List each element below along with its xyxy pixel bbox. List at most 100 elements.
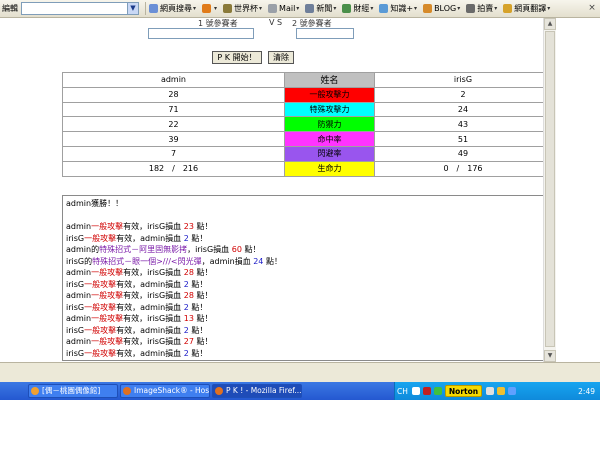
log-segment: 有效，admin損血 bbox=[116, 279, 184, 289]
toolbar-item[interactable]: 財經 ▾ bbox=[342, 3, 373, 14]
taskbar-button-label: ImageShack® - Hostin... bbox=[134, 386, 210, 395]
toolbar-item[interactable]: 網頁翻譯 ▾ bbox=[503, 3, 550, 14]
log-segment: 有效，irisG損血 bbox=[123, 291, 184, 300]
toolbar-item[interactable]: 知識+ ▾ bbox=[379, 3, 417, 14]
toolbar-item[interactable]: ▾ bbox=[202, 4, 217, 13]
chevron-down-icon[interactable]: ▾ bbox=[370, 5, 373, 12]
page-content: 1 號參賽者 V S 2 號參賽者 P K 開始！ 清除 admin 姓名 ir… bbox=[0, 18, 556, 362]
log-segment: 有效，admin損血 bbox=[116, 233, 184, 243]
right-stat-value: 49 bbox=[373, 145, 553, 162]
left-stat-value: 7 bbox=[62, 145, 285, 162]
blog-icon bbox=[423, 4, 433, 13]
log-line: admin一般攻擊有效，irisG損血 13 點！ bbox=[66, 313, 548, 325]
log-segment: 有效，admin損血 bbox=[116, 348, 184, 358]
battle-log: admin獲勝！！ admin一般攻擊有效，irisG損血 23 點！ irisG… bbox=[62, 195, 552, 361]
messenger-icon[interactable] bbox=[508, 387, 517, 395]
log-segment: 一般攻擊 bbox=[84, 325, 117, 335]
log-segment: 點！ bbox=[263, 256, 282, 266]
taskbar-button-label: P K ! - Mozilla Firef... bbox=[226, 386, 302, 395]
soccer-icon bbox=[223, 4, 233, 13]
system-tray: CH Norton 2:49 bbox=[394, 382, 600, 400]
table-row: 71 特殊攻擊力 24 bbox=[62, 101, 553, 118]
log-segment: admin bbox=[66, 314, 92, 323]
log-segment: 28 bbox=[183, 291, 194, 300]
right-stat-value: 51 bbox=[373, 131, 553, 147]
log-line: irisG一般攻擊有效，admin損血 2 點！ bbox=[66, 325, 548, 337]
chevron-down-icon[interactable]: ▾ bbox=[494, 5, 497, 12]
log-segment: 13 bbox=[183, 314, 194, 323]
clear-button[interactable]: 清除 bbox=[268, 51, 294, 64]
chevron-down-icon[interactable]: ▾ bbox=[457, 5, 460, 12]
toolbar-divider bbox=[145, 2, 146, 15]
search-icon bbox=[149, 4, 158, 13]
toolbar-item-label: 拍賣 bbox=[477, 4, 494, 13]
toolbar-item[interactable]: BLOG ▾ bbox=[423, 4, 460, 13]
log-segment: 一般攻擊 bbox=[84, 279, 117, 289]
chevron-down-icon[interactable]: ▾ bbox=[333, 5, 336, 12]
log-segment: 點！ bbox=[193, 291, 213, 300]
volume-icon[interactable] bbox=[486, 387, 495, 395]
chevron-down-icon[interactable]: ▾ bbox=[296, 5, 299, 12]
log-segment: irisG bbox=[66, 302, 85, 312]
translate-icon bbox=[503, 4, 513, 13]
keyboard-icon[interactable] bbox=[411, 387, 420, 395]
toolbar-item[interactable]: 世界杯 ▾ bbox=[223, 3, 262, 14]
chevron-down-icon[interactable]: ▾ bbox=[193, 5, 196, 12]
log-line: irisG一般攻擊有效，admin損血 2 點！ bbox=[66, 279, 548, 291]
log-segment: 一般攻擊 bbox=[91, 337, 124, 346]
left-stat-value: 22 bbox=[62, 116, 285, 133]
log-segment: ，irisG損血 bbox=[187, 245, 232, 254]
scrollbar-thumb[interactable] bbox=[545, 31, 555, 347]
log-segment: 點！ bbox=[193, 222, 213, 231]
left-stat-value: 182 / 216 bbox=[62, 160, 285, 177]
stat-label: 閃避率 bbox=[283, 145, 375, 162]
security-icon[interactable] bbox=[497, 387, 506, 395]
edit-menu[interactable]: 編輯 bbox=[2, 3, 18, 14]
toolbar-item[interactable]: 新聞 ▾ bbox=[305, 3, 336, 14]
finance-icon bbox=[342, 4, 352, 13]
chevron-down-icon[interactable]: ▾ bbox=[547, 5, 550, 12]
taskbar-button[interactable]: [偶－桃園偶像館] bbox=[28, 384, 118, 398]
network-icon[interactable] bbox=[433, 387, 442, 395]
scroll-up-arrow-icon[interactable]: ▲ bbox=[544, 18, 556, 30]
log-segment: 點！ bbox=[241, 245, 261, 254]
log-segment: 一般攻擊 bbox=[91, 222, 124, 231]
stat-label: 命中率 bbox=[283, 131, 375, 147]
close-icon[interactable]: × bbox=[586, 2, 598, 14]
log-line: irisG的特殊招式－眼一個>///<閃光彈，admin損血 24 點！ bbox=[66, 256, 548, 268]
log-segment: 60 bbox=[231, 245, 242, 254]
news-icon bbox=[305, 4, 315, 13]
player2-input[interactable] bbox=[296, 28, 354, 39]
chevron-down-icon[interactable]: ▾ bbox=[414, 5, 417, 12]
toolbar-item[interactable]: 網頁搜尋 ▾ bbox=[149, 3, 196, 14]
vs-label: V S bbox=[269, 18, 283, 27]
knowledge-icon bbox=[379, 4, 389, 13]
toolbar-item[interactable]: Mail ▾ bbox=[268, 4, 299, 13]
log-segment: irisG bbox=[66, 348, 85, 358]
right-player-name: irisG bbox=[373, 72, 553, 88]
browser-toolbar: 編輯 ▼ 網頁搜尋 ▾ ▾ 世界杯 ▾ Mail ▾ 新聞 ▾ 財經 ▾ 知識+ ▾ BLOG ▾ 拍賣 ▾ 網頁… bbox=[0, 0, 600, 18]
scroll-down-arrow-icon[interactable]: ▼ bbox=[544, 350, 556, 362]
norton-badge[interactable]: Norton bbox=[444, 385, 483, 397]
log-segment: admin的 bbox=[66, 245, 100, 254]
log-segment: 27 bbox=[183, 337, 194, 346]
log-segment: 特殊招式－眼一個>///<閃光彈 bbox=[92, 256, 202, 266]
chevron-down-icon[interactable]: ▾ bbox=[214, 5, 217, 12]
stat-label: 特殊攻擊力 bbox=[283, 101, 375, 118]
toolbar-item-label: 網頁翻譯 bbox=[514, 4, 547, 13]
language-indicator[interactable]: CH bbox=[397, 387, 408, 396]
chevron-down-icon[interactable]: ▾ bbox=[259, 5, 262, 12]
table-row: admin 姓名 irisG bbox=[62, 72, 553, 88]
search-combo-box[interactable]: ▼ bbox=[21, 2, 139, 15]
player1-input[interactable] bbox=[148, 28, 254, 39]
chevron-down-icon[interactable]: ▼ bbox=[127, 3, 138, 14]
pk-start-button[interactable]: P K 開始！ bbox=[212, 51, 262, 64]
log-segment: 一般攻擊 bbox=[84, 233, 117, 243]
stat-label: 生命力 bbox=[283, 160, 375, 177]
taskbar-button[interactable]: ImageShack® - Hostin... bbox=[120, 384, 210, 398]
tray-app-icon[interactable] bbox=[422, 387, 431, 395]
toolbar-item[interactable]: 拍賣 ▾ bbox=[466, 3, 497, 14]
vertical-scrollbar[interactable]: ▲ ▼ bbox=[543, 18, 556, 362]
log-segment: admin bbox=[66, 222, 92, 231]
taskbar-button[interactable]: P K ! - Mozilla Firef... bbox=[212, 384, 302, 398]
